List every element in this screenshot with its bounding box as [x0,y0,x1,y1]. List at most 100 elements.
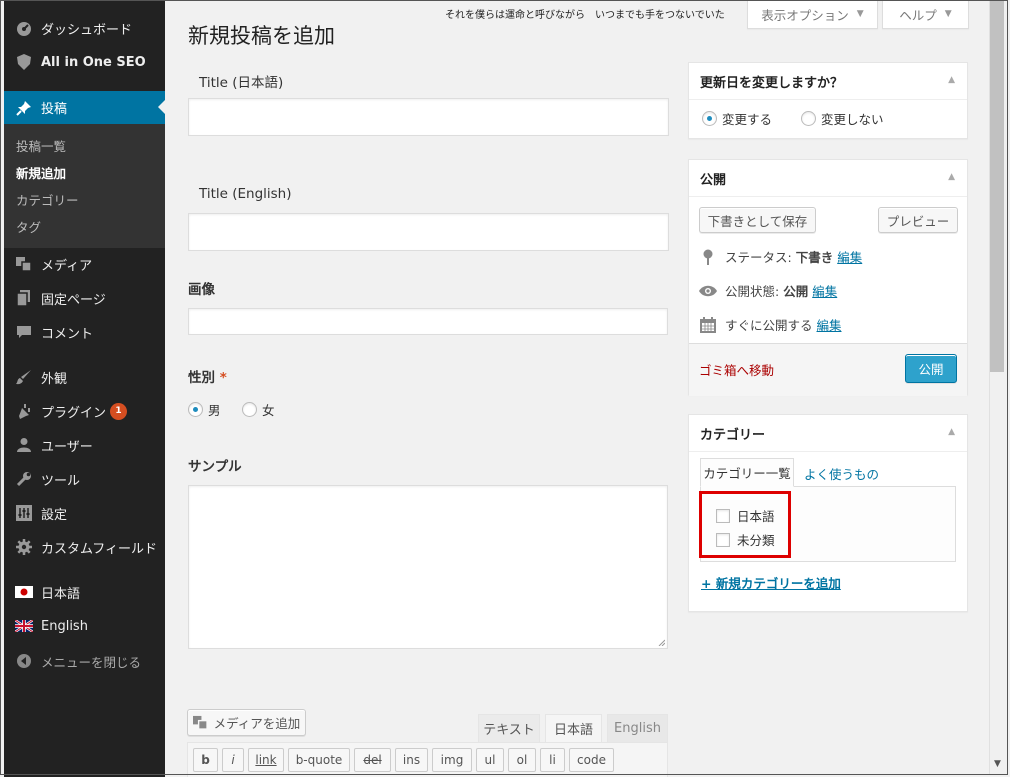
menu-tools[interactable]: ツール [4,463,165,495]
uk-flag-icon [15,617,33,635]
quicktag-img[interactable]: img [432,748,472,772]
menu-language-english[interactable]: English [4,610,165,642]
title-ja-input[interactable] [188,98,669,136]
submenu-add-new[interactable]: 新規追加 [16,163,66,182]
menu-media[interactable]: メディア [4,248,165,280]
menu-plugins[interactable]: プラグイン 1 [4,395,165,427]
required-mark: * [219,370,227,386]
scroll-down-arrow-icon[interactable]: ▼ [990,756,1005,772]
gender-option-female[interactable]: 女 [242,400,275,419]
menu-comments[interactable]: コメント [4,316,165,348]
gender-option-male[interactable]: 男 [188,400,221,419]
sample-textarea[interactable] [188,485,668,649]
media-icon [192,715,208,730]
gender-label-text: 性別 [188,370,215,386]
checkbox-japanese[interactable] [716,508,730,523]
menu-label: ツール [41,473,81,489]
publish-header[interactable]: 公開 ▲ [689,160,967,197]
brush-icon [15,368,33,386]
radio-male[interactable] [188,402,203,417]
tab-all-categories[interactable]: カテゴリー一覧 [700,458,794,487]
image-input[interactable] [188,308,668,335]
update-date-header[interactable]: 更新日を変更しますか？ ▲ [689,63,967,100]
title-ja-label: Title (日本語) [199,75,284,91]
scrollbar-thumb[interactable] [990,0,1004,372]
add-media-label: メディアを追加 [213,716,301,731]
preview-button[interactable]: プレビュー [878,207,958,233]
quicktag-li[interactable]: li [540,748,565,772]
update-no-change-label: 変更しない [821,112,884,127]
update-option-no-change[interactable]: 変更しない [801,109,884,128]
update-option-change[interactable]: 変更する [702,109,772,128]
menu-label: プラグイン [41,405,107,421]
checkbox-uncategorized[interactable] [716,532,730,547]
quicktag-italic[interactable]: i [222,748,244,772]
screen-options-label: 表示オプション [761,7,849,23]
pin-icon [15,99,33,117]
user-icon [15,436,33,454]
help-button[interactable]: ヘルプ ▼ [882,0,969,29]
menu-label: 投稿 [41,102,68,117]
tab-most-used[interactable]: よく使うもの [804,464,879,483]
collapse-arrow-icon[interactable]: ▲ [948,172,955,182]
title-en-input[interactable] [188,213,669,251]
menu-settings[interactable]: 設定 [4,497,165,529]
menu-label: 日本語 [41,586,81,602]
move-to-trash-link[interactable]: ゴミ箱へ移動 [699,360,774,379]
collapse-icon [15,652,33,670]
add-media-button[interactable]: メディアを追加 [187,709,306,736]
menu-users[interactable]: ユーザー [4,429,165,461]
quicktag-bold[interactable]: b [193,748,218,772]
quicktag-blockquote[interactable]: b-quote [288,748,350,772]
category-item-uncategorized[interactable]: 未分類 [716,530,775,549]
quicktag-code[interactable]: code [569,748,614,772]
save-draft-button[interactable]: 下書きとして保存 [699,207,816,233]
menu-appearance[interactable]: 外観 [4,361,165,393]
edit-status-link[interactable]: 編集 [837,247,862,266]
menu-label: カスタムフィールド [41,541,157,557]
category-header[interactable]: カテゴリー ▲ [689,415,967,452]
submenu-all-posts[interactable]: 投稿一覧 [16,136,66,155]
menu-custom-fields[interactable]: カスタムフィールド [4,531,165,563]
menu-posts[interactable]: 投稿 [4,91,166,124]
submenu-categories[interactable]: カテゴリー [16,190,79,209]
gender-male-label: 男 [208,403,221,418]
quicktag-del[interactable]: del [354,748,391,772]
submenu-tags[interactable]: タグ [16,217,41,236]
publish-button[interactable]: 公開 [905,354,957,383]
menu-pages[interactable]: 固定ページ [4,282,165,314]
category-box: カテゴリー ▲ カテゴリー一覧 よく使うもの 日本語 未分類 + 新規カテゴリー… [688,414,968,612]
add-new-category-link[interactable]: + 新規カテゴリーを追加 [701,573,841,592]
plugin-icon [15,402,33,420]
editor-tab-text[interactable]: テキスト [478,714,540,742]
screen-options-button[interactable]: 表示オプション ▼ [747,0,878,29]
edit-schedule-link[interactable]: 編集 [817,315,842,334]
quicktag-ol[interactable]: ol [508,748,536,772]
radio-change[interactable] [702,111,717,126]
collapse-arrow-icon[interactable]: ▲ [948,75,955,85]
gear-icon [15,538,33,556]
update-count-badge: 1 [110,402,128,420]
editor-tab-english[interactable]: English [607,714,668,742]
caret-down-icon: ▼ [856,9,864,19]
collapse-arrow-icon[interactable]: ▲ [948,427,955,437]
menu-all-in-one-seo[interactable]: All in One SEO [4,46,165,78]
menu-collapse[interactable]: メニューを閉じる [4,645,165,677]
radio-no-change[interactable] [801,111,816,126]
menu-label: メディア [41,258,93,274]
eye-icon [699,285,717,297]
radio-female[interactable] [242,402,257,417]
sample-label: サンプル [188,459,242,475]
category-item-japanese[interactable]: 日本語 [716,506,775,525]
quicktag-ul[interactable]: ul [476,748,504,772]
edit-visibility-link[interactable]: 編集 [812,281,837,300]
quicktag-link[interactable]: link [248,748,284,772]
quicktag-ins[interactable]: ins [395,748,428,772]
menu-language-japanese[interactable]: 日本語 [4,576,165,608]
admin-sidebar: ダッシュボード All in One SEO 投稿 投稿一覧 新規追加 カテゴリ… [4,0,166,777]
visibility-label: 公開状態: [725,284,780,299]
settings-icon [15,504,33,522]
editor-tab-japanese[interactable]: 日本語 [545,714,602,742]
resize-handle-icon[interactable] [657,638,665,646]
menu-dashboard[interactable]: ダッシュボード [4,12,165,44]
